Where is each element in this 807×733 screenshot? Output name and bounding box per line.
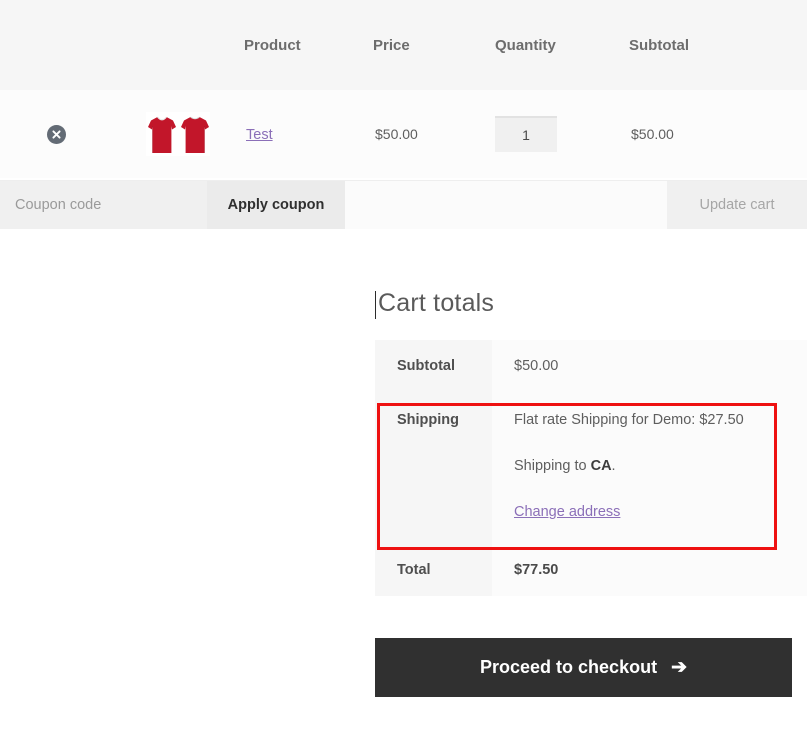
cell-subtotal: $50.00 xyxy=(629,90,807,178)
totals-row-shipping: Shipping Flat rate Shipping for Demo: $2… xyxy=(375,392,807,544)
column-header-price: Price xyxy=(373,0,495,90)
subtotal-label: Subtotal xyxy=(375,340,492,392)
cell-price: $50.00 xyxy=(373,90,495,178)
cart-totals-section: Cart totals Subtotal $50.00 Shipping Fla… xyxy=(375,289,807,596)
shipping-method-text: Flat rate Shipping for Demo: $27.50 xyxy=(514,412,744,428)
shipping-destination-text: Shipping to CA. xyxy=(514,458,791,474)
table-row: Test $50.00 1 $50.00 xyxy=(0,90,807,178)
arrow-right-icon: ➔ xyxy=(671,657,687,678)
column-header-product: Product xyxy=(244,0,373,90)
totals-row-total: Total $77.50 xyxy=(375,544,807,596)
shipping-to-location: CA xyxy=(590,458,612,474)
red-tshirt-pair-thumbnail-icon[interactable] xyxy=(146,112,210,156)
column-header-subtotal: Subtotal xyxy=(629,0,807,90)
shipping-value: Flat rate Shipping for Demo: $27.50 Ship… xyxy=(492,392,807,544)
cell-product: Test xyxy=(244,90,373,178)
product-price: $50.00 xyxy=(375,126,418,142)
proceed-to-checkout-label: Proceed to checkout xyxy=(480,657,658,677)
text-cursor-caret xyxy=(375,291,376,319)
subtotal-value: $50.00 xyxy=(492,340,807,392)
cart-items-table: Product Price Quantity Subtotal Test $50… xyxy=(0,0,807,178)
cell-thumbnail xyxy=(112,90,244,178)
shipping-to-prefix: Shipping to xyxy=(514,458,591,474)
cell-quantity: 1 xyxy=(495,90,629,178)
apply-coupon-button[interactable]: Apply coupon xyxy=(207,181,345,229)
column-header-quantity: Quantity xyxy=(495,0,629,90)
totals-row-subtotal: Subtotal $50.00 xyxy=(375,340,807,392)
shipping-label: Shipping xyxy=(375,392,492,544)
shipping-to-suffix: . xyxy=(611,458,616,474)
quantity-input[interactable]: 1 xyxy=(495,116,557,152)
cart-totals-heading: Cart totals xyxy=(375,289,807,319)
total-label: Total xyxy=(375,544,492,596)
column-header-remove xyxy=(0,0,112,90)
cell-remove xyxy=(0,90,112,178)
cart-totals-heading-text: Cart totals xyxy=(378,289,495,317)
proceed-to-checkout-button[interactable]: Proceed to checkout ➔ xyxy=(375,638,792,697)
cart-table-header-row: Product Price Quantity Subtotal xyxy=(0,0,807,90)
coupon-code-input[interactable] xyxy=(0,181,207,229)
change-address-row: Change address xyxy=(514,504,791,520)
remove-circle-x-icon[interactable] xyxy=(46,124,66,144)
product-name-link[interactable]: Test xyxy=(244,127,273,143)
product-subtotal: $50.00 xyxy=(631,126,674,142)
update-cart-button[interactable]: Update cart xyxy=(667,181,807,229)
total-value: $77.50 xyxy=(492,544,807,596)
cart-totals-table: Subtotal $50.00 Shipping Flat rate Shipp… xyxy=(375,340,807,596)
change-address-link[interactable]: Change address xyxy=(514,504,620,520)
column-header-thumbnail xyxy=(112,0,244,90)
coupon-actions-row: Apply coupon Update cart xyxy=(0,180,807,229)
